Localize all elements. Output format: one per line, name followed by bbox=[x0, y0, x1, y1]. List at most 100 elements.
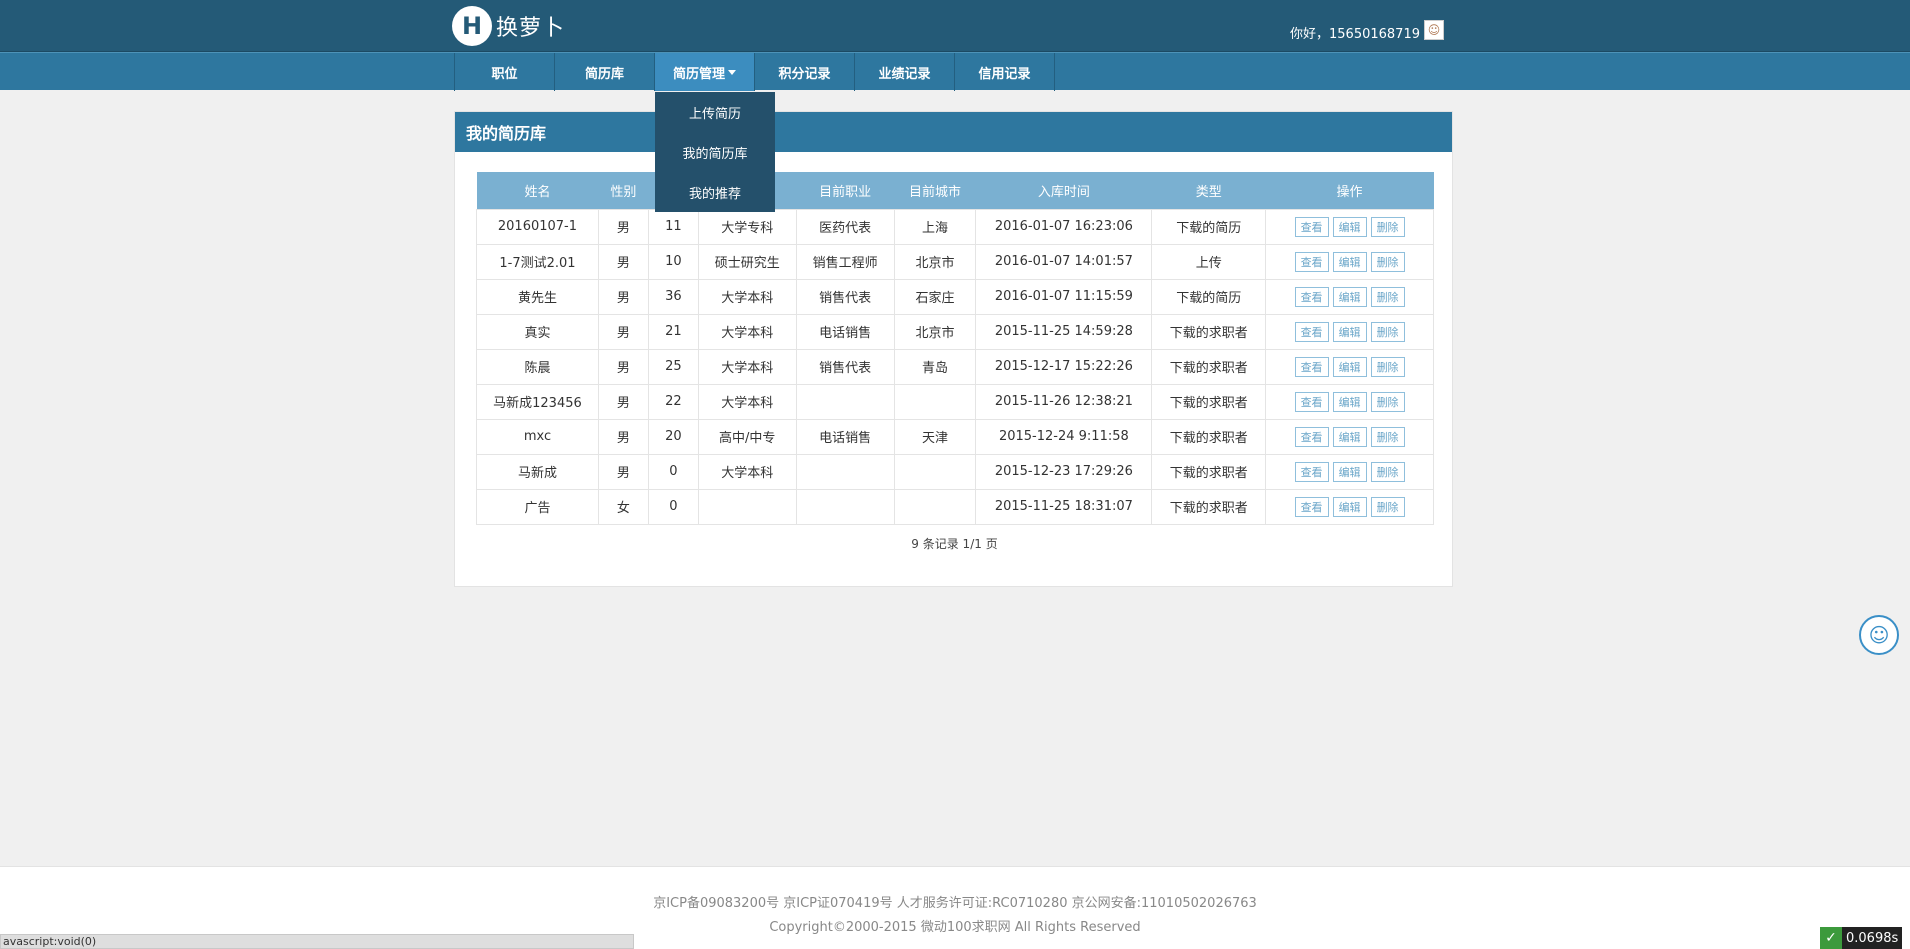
view-button[interactable]: 查看 bbox=[1294, 391, 1329, 412]
column-header: 类型 bbox=[1151, 172, 1266, 209]
nav-item-label: 信用记录 bbox=[978, 66, 1031, 82]
table-cell: 2015-12-24 9:11:58 bbox=[975, 418, 1153, 455]
view-button[interactable]: 查看 bbox=[1294, 426, 1329, 447]
table-cell: 陈晨 bbox=[476, 348, 599, 385]
table-cell: 大学本科 bbox=[697, 383, 797, 420]
top-header: H 换萝卜 你好，15650168719 ☺ bbox=[0, 0, 1910, 52]
table-cell: 2015-12-17 15:22:26 bbox=[975, 348, 1153, 385]
delete-button[interactable]: 删除 bbox=[1370, 391, 1405, 412]
view-button[interactable]: 查看 bbox=[1294, 356, 1329, 377]
edit-button[interactable]: 编辑 bbox=[1332, 461, 1367, 482]
view-button[interactable]: 查看 bbox=[1294, 461, 1329, 482]
actions-cell: 查看 编辑 删除 bbox=[1265, 243, 1434, 280]
table-cell: 下载的简历 bbox=[1151, 208, 1267, 245]
table-cell: 36 bbox=[647, 278, 699, 315]
table-cell: 男 bbox=[597, 418, 649, 455]
view-button[interactable]: 查看 bbox=[1294, 286, 1329, 307]
table-row: 马新成123456 男 22 大学本科 2015-11-26 12:38:21 下载的求职… bbox=[476, 383, 1434, 420]
logo-icon: H bbox=[452, 6, 492, 46]
table-cell: 大学本科 bbox=[697, 278, 797, 315]
table-cell: 大学本科 bbox=[697, 453, 797, 490]
column-header: 操作 bbox=[1265, 172, 1434, 209]
table-cell: 2016-01-07 14:01:57 bbox=[975, 243, 1153, 280]
table-cell: 1-7测试2.01 bbox=[476, 243, 599, 280]
table-cell: mxc bbox=[476, 418, 599, 455]
my-resume-panel: 我的简历库 姓名性别年龄学历目前职业目前城市入库时间类型操作 20160107-… bbox=[454, 111, 1453, 587]
footer-copyright: Copyright©2000-2015 微动100求职网 All Rights … bbox=[769, 920, 1141, 935]
table-cell: 北京市 bbox=[893, 313, 977, 350]
delete-button[interactable]: 删除 bbox=[1370, 356, 1405, 377]
delete-button[interactable]: 删除 bbox=[1370, 251, 1405, 272]
table-cell: 21 bbox=[647, 313, 699, 350]
nav-item-3[interactable]: 积分记录 bbox=[755, 53, 855, 91]
column-header: 目前职业 bbox=[796, 172, 895, 209]
nav-item-5[interactable]: 信用记录 bbox=[955, 53, 1055, 91]
table-cell: 2015-12-23 17:29:26 bbox=[975, 453, 1153, 490]
table-row: 1-7测试2.01 男 10 硕士研究生 销售工程师 北京市 2016-01-07 14:0… bbox=[476, 243, 1434, 280]
edit-button[interactable]: 编辑 bbox=[1332, 321, 1367, 342]
delete-button[interactable]: 删除 bbox=[1370, 321, 1405, 342]
delete-button[interactable]: 删除 bbox=[1370, 426, 1405, 447]
delete-button[interactable]: 删除 bbox=[1370, 461, 1405, 482]
table-row: 马新成男 0 大学本科 2015-12-23 17:29:26 下载的求职者 查看 编辑 删除 bbox=[476, 453, 1434, 490]
table-cell: 2016-01-07 16:23:06 bbox=[975, 208, 1153, 245]
table-cell: 男 bbox=[597, 208, 649, 245]
nav-item-label: 简历管理 bbox=[672, 66, 725, 82]
table-cell: 下载的求职者 bbox=[1151, 453, 1267, 490]
table-row: 20160107-1 男 11 大学专科 医药代表 上海 2016-01-07 16:23:… bbox=[476, 208, 1434, 245]
customer-service-icon[interactable]: ☺ bbox=[1859, 615, 1899, 655]
table-cell: 大学本科 bbox=[697, 348, 797, 385]
table-cell: 20 bbox=[647, 418, 699, 455]
pagination-info: 9 条记录 1/1 页 bbox=[911, 537, 998, 551]
delete-button[interactable]: 删除 bbox=[1370, 496, 1405, 517]
actions-cell: 查看 编辑 删除 bbox=[1265, 278, 1434, 315]
edit-button[interactable]: 编辑 bbox=[1332, 426, 1367, 447]
dropdown-item-2[interactable]: 我的推荐 bbox=[655, 172, 775, 212]
table-cell: 大学专科 bbox=[697, 208, 797, 245]
nav-item-1[interactable]: 简历库 bbox=[555, 53, 655, 91]
table-cell: 11 bbox=[647, 208, 699, 245]
user-avatar-icon[interactable]: ☺ bbox=[1424, 20, 1444, 40]
table-cell: 男 bbox=[597, 243, 649, 280]
table-cell: 2015-11-25 14:59:28 bbox=[975, 313, 1153, 350]
edit-button[interactable]: 编辑 bbox=[1332, 356, 1367, 377]
delete-button[interactable]: 删除 bbox=[1370, 286, 1405, 307]
actions-cell: 查看 编辑 删除 bbox=[1265, 348, 1434, 385]
view-button[interactable]: 查看 bbox=[1294, 251, 1329, 272]
table-cell: 男 bbox=[597, 383, 649, 420]
table-cell bbox=[893, 383, 977, 420]
edit-button[interactable]: 编辑 bbox=[1332, 391, 1367, 412]
table-cell: 2015-11-25 18:31:07 bbox=[975, 488, 1153, 525]
table-cell: 男 bbox=[597, 313, 649, 350]
table-cell: 下载的求职者 bbox=[1151, 383, 1267, 420]
table-cell: 上传 bbox=[1151, 243, 1267, 280]
view-button[interactable]: 查看 bbox=[1294, 496, 1329, 517]
delete-button[interactable]: 删除 bbox=[1370, 216, 1405, 237]
table-cell: 销售工程师 bbox=[795, 243, 895, 280]
caret-down-icon bbox=[728, 69, 736, 75]
table-cell: 黄先生 bbox=[476, 278, 599, 315]
table-cell: 男 bbox=[597, 453, 649, 490]
table-cell bbox=[893, 453, 977, 490]
table-cell: 男 bbox=[597, 278, 649, 315]
nav-item-2[interactable]: 简历管理 bbox=[655, 53, 755, 91]
nav-item-4[interactable]: 业绩记录 bbox=[855, 53, 955, 91]
table-cell: 广告 bbox=[476, 488, 599, 525]
edit-button[interactable]: 编辑 bbox=[1332, 251, 1367, 272]
dropdown-item-1[interactable]: 我的简历库 bbox=[655, 132, 775, 172]
table-cell: 天津 bbox=[893, 418, 977, 455]
table-row: 陈晨男 25 大学本科 销售代表 青岛 2015-12-17 15:22:26 下载的求职者… bbox=[476, 348, 1434, 385]
user-greeting[interactable]: 你好，15650168719 bbox=[1290, 23, 1420, 42]
actions-cell: 查看 编辑 删除 bbox=[1265, 453, 1434, 490]
footer-license: 京ICP备09083200号 京ICP证070419号 人才服务许可证:RC07… bbox=[653, 896, 1257, 911]
edit-button[interactable]: 编辑 bbox=[1332, 286, 1367, 307]
view-button[interactable]: 查看 bbox=[1294, 216, 1329, 237]
site-logo[interactable]: H 换萝卜 bbox=[452, 6, 565, 46]
view-button[interactable]: 查看 bbox=[1294, 321, 1329, 342]
nav-item-0[interactable]: 职位 bbox=[455, 53, 555, 91]
table-cell: 医药代表 bbox=[795, 208, 895, 245]
edit-button[interactable]: 编辑 bbox=[1332, 496, 1367, 517]
edit-button[interactable]: 编辑 bbox=[1332, 216, 1367, 237]
table-cell: 电话销售 bbox=[795, 313, 895, 350]
dropdown-item-0[interactable]: 上传简历 bbox=[655, 92, 775, 132]
